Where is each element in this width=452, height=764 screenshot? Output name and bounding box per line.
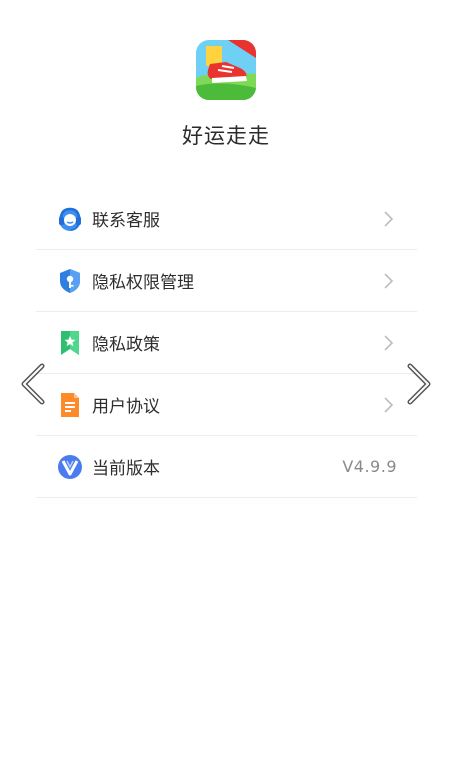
menu-item-label: 用户协议 — [92, 397, 160, 417]
menu-item-privacy-permissions[interactable]: 隐私权限管理 — [36, 250, 417, 312]
menu-item-label: 联系客服 — [92, 211, 160, 231]
menu-item-privacy-policy[interactable]: 隐私政策 — [36, 312, 417, 374]
menu-item-user-agreement[interactable]: 用户协议 — [36, 374, 417, 436]
nav-previous-arrow[interactable] — [18, 362, 48, 406]
chevron-right-icon — [383, 272, 395, 290]
menu-item-label: 隐私权限管理 — [92, 273, 194, 293]
bookmark-star-icon — [56, 329, 84, 357]
app-logo-icon — [196, 40, 256, 100]
menu-item-current-version: 当前版本 V4.9.9 — [36, 436, 417, 498]
chevron-right-icon — [383, 396, 395, 414]
version-v-icon — [56, 453, 84, 481]
menu-item-label: 当前版本 — [92, 459, 160, 479]
chevron-right-icon — [383, 210, 395, 228]
menu-item-customer-service[interactable]: 联系客服 — [36, 188, 417, 250]
settings-menu: 联系客服 隐私权限管理 隐私政策 用户协议 当前版本 V4.9.9 — [36, 188, 417, 498]
nav-next-arrow[interactable] — [404, 362, 434, 406]
version-number: V4.9.9 — [342, 457, 397, 476]
document-icon — [56, 391, 84, 419]
app-name-title: 好运走走 — [182, 124, 270, 148]
menu-item-label: 隐私政策 — [92, 335, 160, 355]
customer-service-headset-icon — [56, 205, 84, 233]
chevron-right-icon — [383, 334, 395, 352]
settings-page: 好运走走 联系客服 隐私权限管理 隐私政策 用户协议 当前版本 V4.9.9 — [0, 0, 452, 764]
shield-key-icon — [56, 267, 84, 295]
